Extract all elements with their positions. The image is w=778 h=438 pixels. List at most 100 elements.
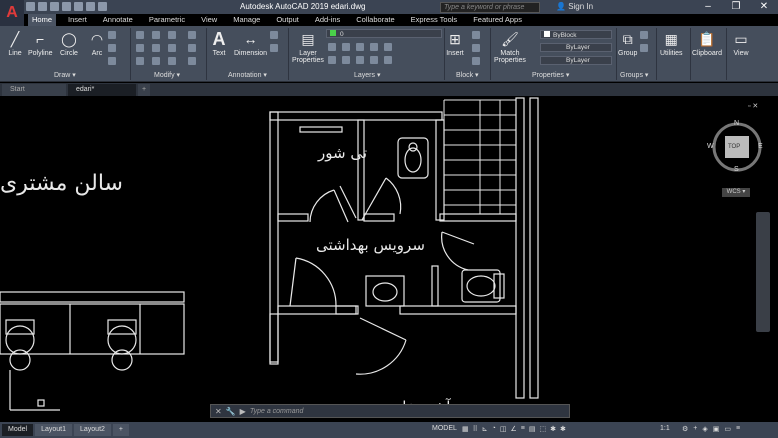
compass-north[interactable]: N — [734, 120, 739, 127]
add-icon[interactable]: + — [693, 425, 697, 435]
layout-tab-layout1[interactable]: Layout1 — [35, 424, 72, 436]
linetype-dropdown[interactable]: ByLayer — [540, 43, 612, 52]
status-tools[interactable]: ⚙ + ◈ ▣ ▭ ≡ — [682, 425, 740, 435]
plot-icon[interactable] — [74, 2, 83, 11]
sign-in-button[interactable]: 👤 Sign In — [556, 2, 593, 11]
restore-button[interactable]: ❐ — [722, 0, 750, 14]
stretch-icon[interactable] — [136, 57, 144, 65]
layer-tool-icon[interactable] — [384, 43, 392, 51]
command-line[interactable]: ✕ 🔧 ▶ Type a command — [210, 404, 570, 418]
tab-home[interactable]: Home — [28, 14, 57, 26]
layer-tool-icon[interactable] — [370, 56, 378, 64]
ungroup-icon[interactable] — [640, 31, 648, 39]
clipboard-button[interactable]: 📋 Clipboard — [692, 30, 722, 58]
layer-tool-icon[interactable] — [328, 56, 336, 64]
wcs-dropdown[interactable]: WCS ▾ — [722, 188, 750, 197]
edit-block-icon[interactable] — [472, 44, 480, 52]
polar-icon[interactable]: ◔ — [492, 425, 496, 435]
annotation-panel-title[interactable]: Annotation ▾ — [228, 71, 267, 79]
layer-tool-icon[interactable] — [356, 43, 364, 51]
tab-view[interactable]: View — [197, 14, 221, 26]
search-input[interactable]: Type a keyword or phrase — [440, 2, 540, 13]
isolate-icon[interactable]: ◈ — [702, 425, 707, 435]
utilities-button[interactable]: ▦ Utilities — [660, 30, 683, 58]
copy-icon[interactable] — [136, 44, 144, 52]
mirror-icon[interactable] — [152, 44, 160, 52]
snap-icon[interactable]: ⠿ — [473, 425, 478, 435]
tab-express-tools[interactable]: Express Tools — [407, 14, 462, 26]
rectangle-icon[interactable] — [108, 31, 116, 39]
selection-cycling-icon[interactable]: ⬚ — [540, 425, 547, 435]
text-button[interactable]: A Text — [210, 29, 228, 58]
trim-icon[interactable] — [168, 31, 176, 39]
scale-icon[interactable] — [152, 57, 160, 65]
close-command-icon[interactable]: ✕ — [215, 407, 222, 416]
gradient-icon[interactable] — [108, 57, 116, 65]
customization-icon[interactable]: ≡ — [736, 425, 740, 435]
model-space-toggle[interactable]: MODEL — [432, 425, 457, 435]
draw-panel-title[interactable]: Draw ▾ — [54, 71, 76, 79]
move-icon[interactable] — [136, 31, 144, 39]
drawing-canvas[interactable]: تی شور سرویس بهداشتی آشپز خانه سالن مشتر… — [0, 96, 778, 422]
group-button[interactable]: ⧉ Group — [618, 30, 637, 58]
drawing-tab-edari[interactable]: edari* — [68, 83, 136, 96]
application-menu-button[interactable]: A — [0, 0, 24, 26]
minimize-button[interactable]: – — [694, 0, 722, 14]
block-panel-title[interactable]: Block ▾ — [456, 71, 479, 79]
grid-icon[interactable]: ▦ — [462, 425, 469, 435]
tab-collaborate[interactable]: Collaborate — [352, 14, 398, 26]
tab-add-ins[interactable]: Add-ins — [311, 14, 344, 26]
table-icon[interactable] — [270, 44, 278, 52]
otrack-icon[interactable]: ∠ — [511, 425, 517, 435]
close-button[interactable]: ✕ — [750, 0, 778, 14]
dimension-button[interactable]: ↔ Dimension — [234, 30, 267, 57]
rotate-icon[interactable] — [152, 31, 160, 39]
save-as-icon[interactable] — [62, 2, 71, 11]
match-properties-button[interactable]: 🖌 Match Properties — [494, 30, 526, 65]
insert-block-button[interactable]: ⊞ Insert — [446, 30, 464, 58]
layer-properties-button[interactable]: ▤ Layer Properties — [292, 30, 324, 65]
ortho-icon[interactable]: ⊾ — [482, 425, 488, 435]
line-button[interactable]: ╱ Line — [6, 30, 24, 58]
annotation-scale-dropdown[interactable]: 1:1 — [660, 425, 670, 435]
arc-button[interactable]: ◠ Arc — [88, 30, 106, 58]
properties-panel-title[interactable]: Properties ▾ — [532, 71, 569, 79]
annotation-visibility-icon[interactable]: ✱ — [550, 425, 556, 435]
tab-insert[interactable]: Insert — [64, 14, 91, 26]
tab-manage[interactable]: Manage — [229, 14, 264, 26]
layer-tool-icon[interactable] — [328, 43, 336, 51]
redo-icon[interactable] — [98, 2, 107, 11]
navigation-bar[interactable] — [756, 212, 770, 332]
compass-west[interactable]: W — [707, 143, 714, 150]
tab-featured-apps[interactable]: Featured Apps — [469, 14, 526, 26]
transparency-icon[interactable]: ▤ — [529, 425, 536, 435]
tab-annotate[interactable]: Annotate — [99, 14, 137, 26]
explode-icon[interactable] — [188, 44, 196, 52]
erase-icon[interactable] — [188, 31, 196, 39]
edit-attributes-icon[interactable] — [472, 57, 480, 65]
offset-icon[interactable] — [188, 57, 196, 65]
open-file-icon[interactable] — [38, 2, 47, 11]
command-settings-icon[interactable]: 🔧 — [226, 407, 236, 416]
array-icon[interactable] — [168, 57, 176, 65]
layers-panel-title[interactable]: Layers ▾ — [354, 71, 380, 79]
group-edit-icon[interactable] — [640, 44, 648, 52]
layer-tool-icon[interactable] — [342, 43, 350, 51]
auto-scale-icon[interactable]: ✱ — [560, 425, 566, 435]
new-file-icon[interactable] — [26, 2, 35, 11]
layer-dropdown[interactable]: 0 — [326, 29, 442, 38]
clean-screen-icon[interactable]: ▭ — [724, 425, 731, 435]
save-icon[interactable] — [50, 2, 59, 11]
add-layout-button[interactable]: + — [112, 424, 130, 436]
viewport-controls[interactable]: ▫ ✕ — [748, 102, 772, 110]
workspace-gear-icon[interactable]: ⚙ — [682, 425, 688, 435]
layer-tool-icon[interactable] — [384, 56, 392, 64]
tab-parametric[interactable]: Parametric — [145, 14, 189, 26]
compass-east[interactable]: E — [758, 143, 763, 150]
layout-tab-layout2[interactable]: Layout2 — [74, 424, 111, 436]
color-dropdown[interactable]: ByBlock — [540, 30, 612, 39]
layer-tool-icon[interactable] — [356, 56, 364, 64]
circle-button[interactable]: ◯ Circle — [60, 30, 78, 58]
osnap-icon[interactable]: ◫ — [500, 425, 507, 435]
multileader-icon[interactable] — [270, 31, 278, 39]
